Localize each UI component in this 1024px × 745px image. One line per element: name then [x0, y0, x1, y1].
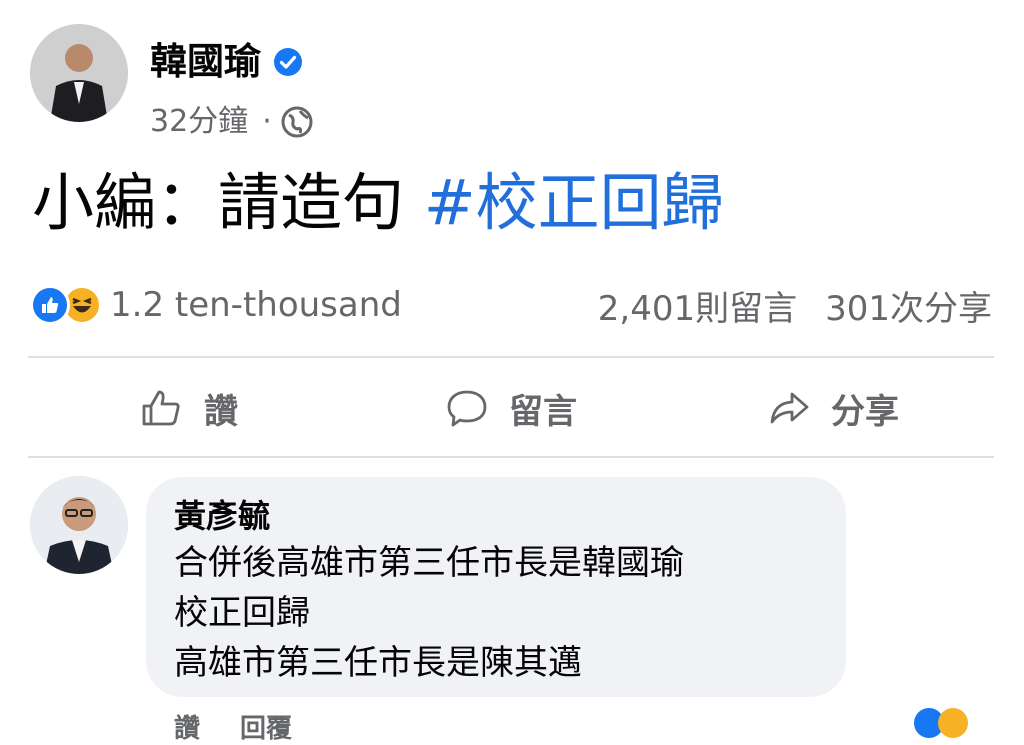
commenter-avatar[interactable]: [30, 476, 128, 574]
post-author-name[interactable]: 韓國瑜: [150, 38, 261, 86]
verified-badge-icon: [274, 48, 302, 76]
comment-line-3: 高雄市第三任市長是陳其邁: [174, 643, 582, 683]
comment-haha-icon: [938, 708, 968, 738]
thumbs-up-icon: [142, 390, 180, 426]
author-avatar[interactable]: [30, 24, 128, 122]
share-button[interactable]: 分享: [672, 384, 994, 433]
post-time[interactable]: 32分鐘: [150, 100, 248, 144]
reaction-summary[interactable]: 1.2 ten-thousand: [30, 282, 402, 328]
comment-button[interactable]: 留言: [350, 384, 672, 433]
comment-like-link[interactable]: 讚: [174, 708, 200, 745]
post-author[interactable]: 韓國瑜: [150, 38, 303, 86]
like-label: 讚: [204, 391, 238, 432]
share-label: 分享: [831, 391, 899, 432]
comment-line-1: 合併後高雄市第三任市長是韓國瑜: [174, 543, 684, 583]
globe-icon: [281, 106, 313, 138]
comment-line-2: 校正回歸: [174, 593, 310, 633]
post-meta: 32分鐘 ·: [150, 100, 314, 144]
divider-bottom: [28, 456, 994, 458]
divider-top: [28, 356, 994, 358]
like-button[interactable]: 讚: [28, 384, 350, 433]
commenter-name[interactable]: 黃彥毓: [174, 494, 270, 538]
comment-reply-link[interactable]: 回覆: [240, 708, 292, 745]
comment-reactions[interactable]: [914, 708, 968, 738]
comment-count[interactable]: 2,401則留言: [598, 281, 797, 330]
hashtag-link[interactable]: #校正回歸: [424, 166, 724, 239]
comment-icon: [447, 390, 487, 427]
meta-separator: ·: [262, 104, 272, 139]
reaction-count[interactable]: 1.2 ten-thousand: [110, 285, 402, 325]
post-text: 小編：請造句: [32, 166, 405, 239]
comment-label: 留言: [509, 391, 577, 432]
comment-actions: 讚 回覆: [174, 708, 292, 745]
action-bar: 讚 留言 分享: [28, 362, 994, 454]
share-arrow-icon: [770, 392, 809, 424]
like-icon: [30, 285, 70, 325]
engagement-stats: 2,401則留言 301次分享: [598, 281, 992, 330]
share-count[interactable]: 301次分享: [825, 281, 992, 330]
post-body: 小編：請造句 #校正回歸: [32, 160, 724, 246]
